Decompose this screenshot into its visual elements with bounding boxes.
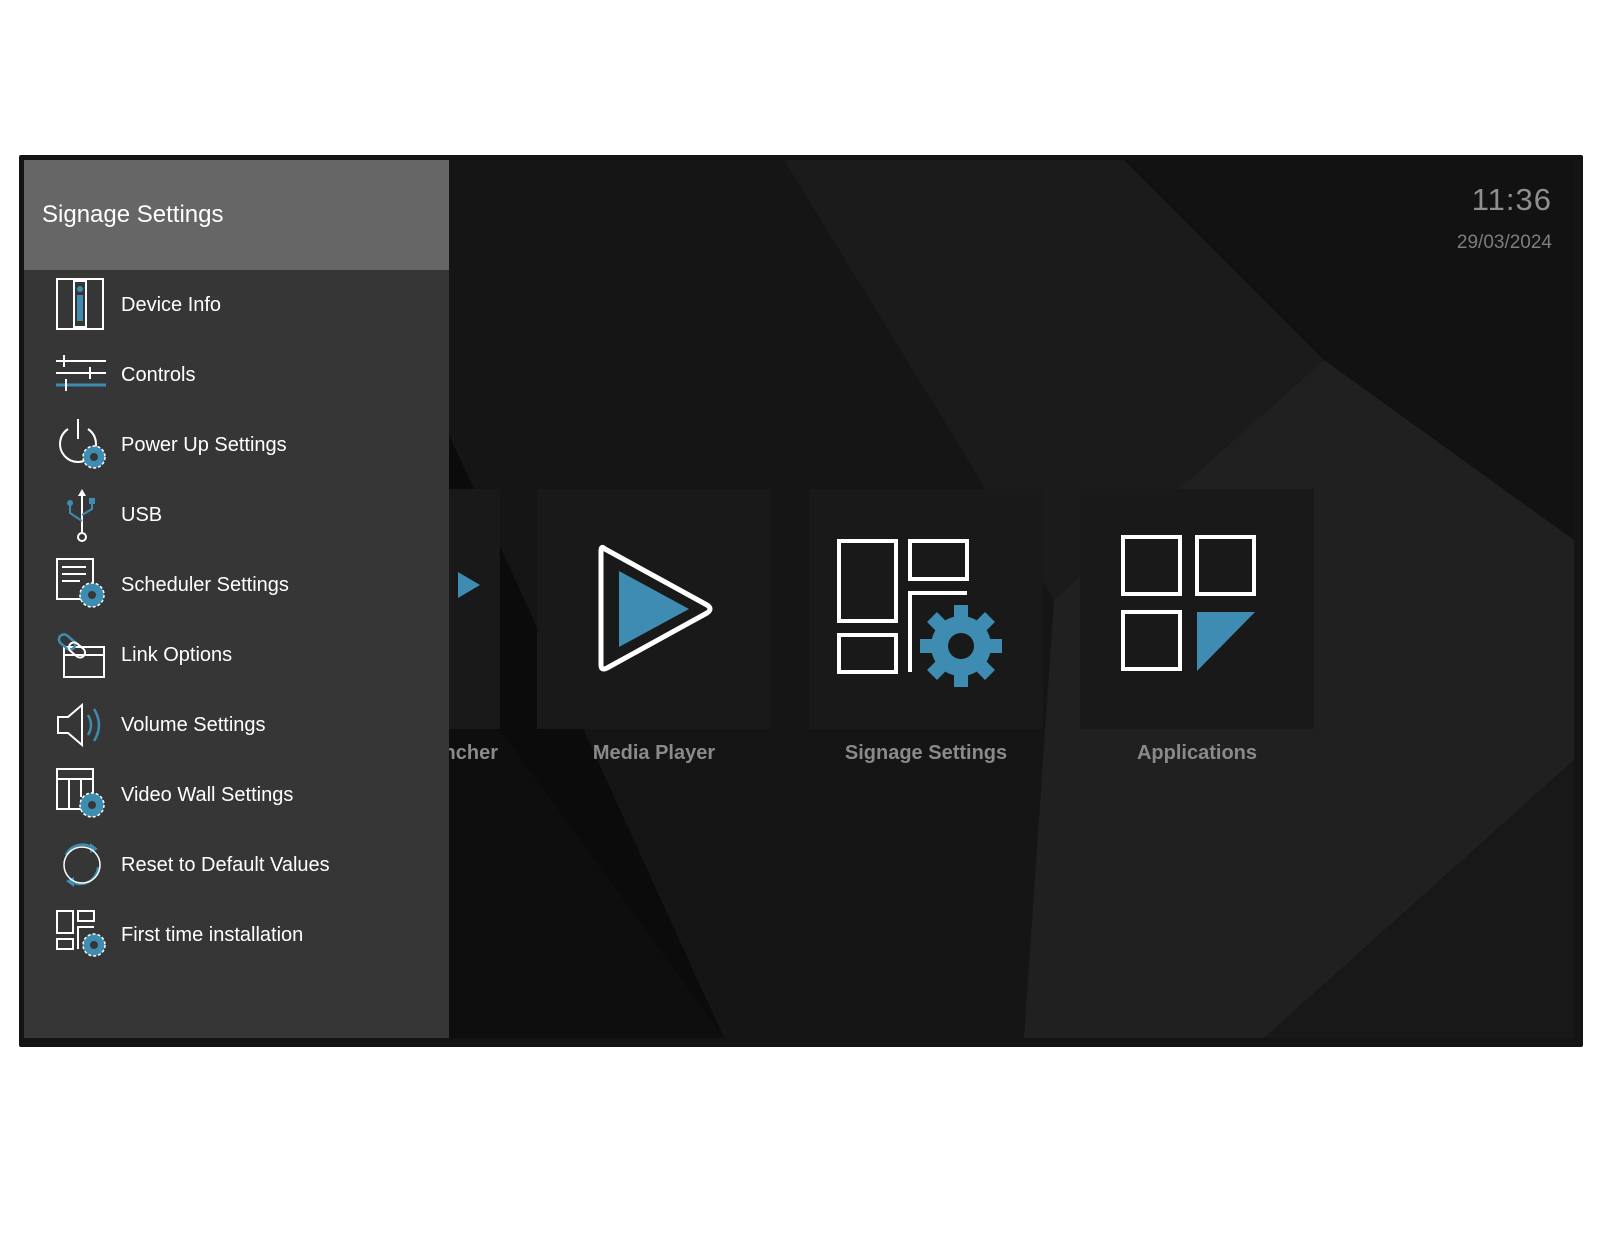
menu-item-video-wall-settings[interactable]: Video Wall Settings bbox=[24, 760, 449, 830]
app-label-signage-settings: Signage Settings bbox=[844, 742, 1008, 764]
menu-item-power-up-settings[interactable]: Power Up Settings bbox=[24, 410, 449, 480]
menu-item-label: Device Info bbox=[121, 294, 222, 316]
refresh-icon bbox=[63, 843, 101, 887]
menu-item-usb[interactable]: USB bbox=[24, 480, 449, 550]
menu-item-label: Power Up Settings bbox=[121, 434, 287, 456]
layout-gear-icon bbox=[837, 539, 1002, 687]
link-window-icon bbox=[57, 633, 105, 678]
document-gear-icon bbox=[56, 558, 105, 608]
app-tile-signage-settings[interactable] bbox=[809, 489, 1043, 729]
app-tile-applications[interactable] bbox=[1080, 489, 1314, 729]
sliders-icon bbox=[56, 355, 106, 391]
signage-settings-menu: Signage Settings Device Info Controls Po… bbox=[24, 160, 449, 1038]
menu-item-scheduler-settings[interactable]: Scheduler Settings bbox=[24, 550, 449, 620]
menu-item-controls[interactable]: Controls bbox=[24, 340, 449, 410]
menu-item-volume-settings[interactable]: Volume Settings bbox=[24, 690, 449, 760]
app-label-applications: Applications bbox=[1136, 742, 1257, 764]
menu-item-label: USB bbox=[121, 504, 163, 526]
menu-item-label: Video Wall Settings bbox=[121, 784, 294, 806]
menu-item-label: Link Options bbox=[121, 644, 233, 666]
menu-item-label: Scheduler Settings bbox=[121, 574, 289, 596]
menu-item-label: First time installation bbox=[121, 924, 304, 946]
clock-time: 11:36 bbox=[1471, 182, 1552, 217]
menu-list: Device Info Controls Power Up Settings U… bbox=[24, 270, 449, 970]
menu-item-label: Reset to Default Values bbox=[121, 854, 330, 876]
layout-gear-icon bbox=[56, 910, 106, 957]
speaker-icon bbox=[57, 702, 101, 748]
app-label-media-player: Media Player bbox=[592, 742, 716, 764]
clock-date: 29/03/2024 bbox=[1456, 232, 1552, 253]
display-bezel: 11:36 29/03/2024 ncher Media Player Sign… bbox=[19, 155, 1583, 1047]
apps-grid-icon bbox=[1121, 535, 1256, 671]
grid-gear-icon bbox=[56, 768, 105, 818]
menu-item-label: Volume Settings bbox=[121, 714, 266, 736]
menu-title: Signage Settings bbox=[42, 201, 224, 228]
tv-screen: 11:36 29/03/2024 ncher Media Player Sign… bbox=[24, 160, 1574, 1038]
menu-item-link-options[interactable]: Link Options bbox=[24, 620, 449, 690]
menu-item-reset-defaults[interactable]: Reset to Default Values bbox=[24, 830, 449, 900]
app-tile-media-player[interactable] bbox=[537, 489, 771, 729]
menu-header: Signage Settings bbox=[24, 160, 449, 270]
power-gear-icon bbox=[59, 419, 106, 469]
menu-item-label: Controls bbox=[121, 364, 196, 386]
menu-item-device-info[interactable]: Device Info bbox=[24, 270, 449, 340]
play-icon bbox=[598, 544, 713, 672]
menu-item-first-time-installation[interactable]: First time installation bbox=[24, 900, 449, 970]
info-icon bbox=[56, 278, 104, 330]
usb-icon bbox=[67, 489, 95, 542]
